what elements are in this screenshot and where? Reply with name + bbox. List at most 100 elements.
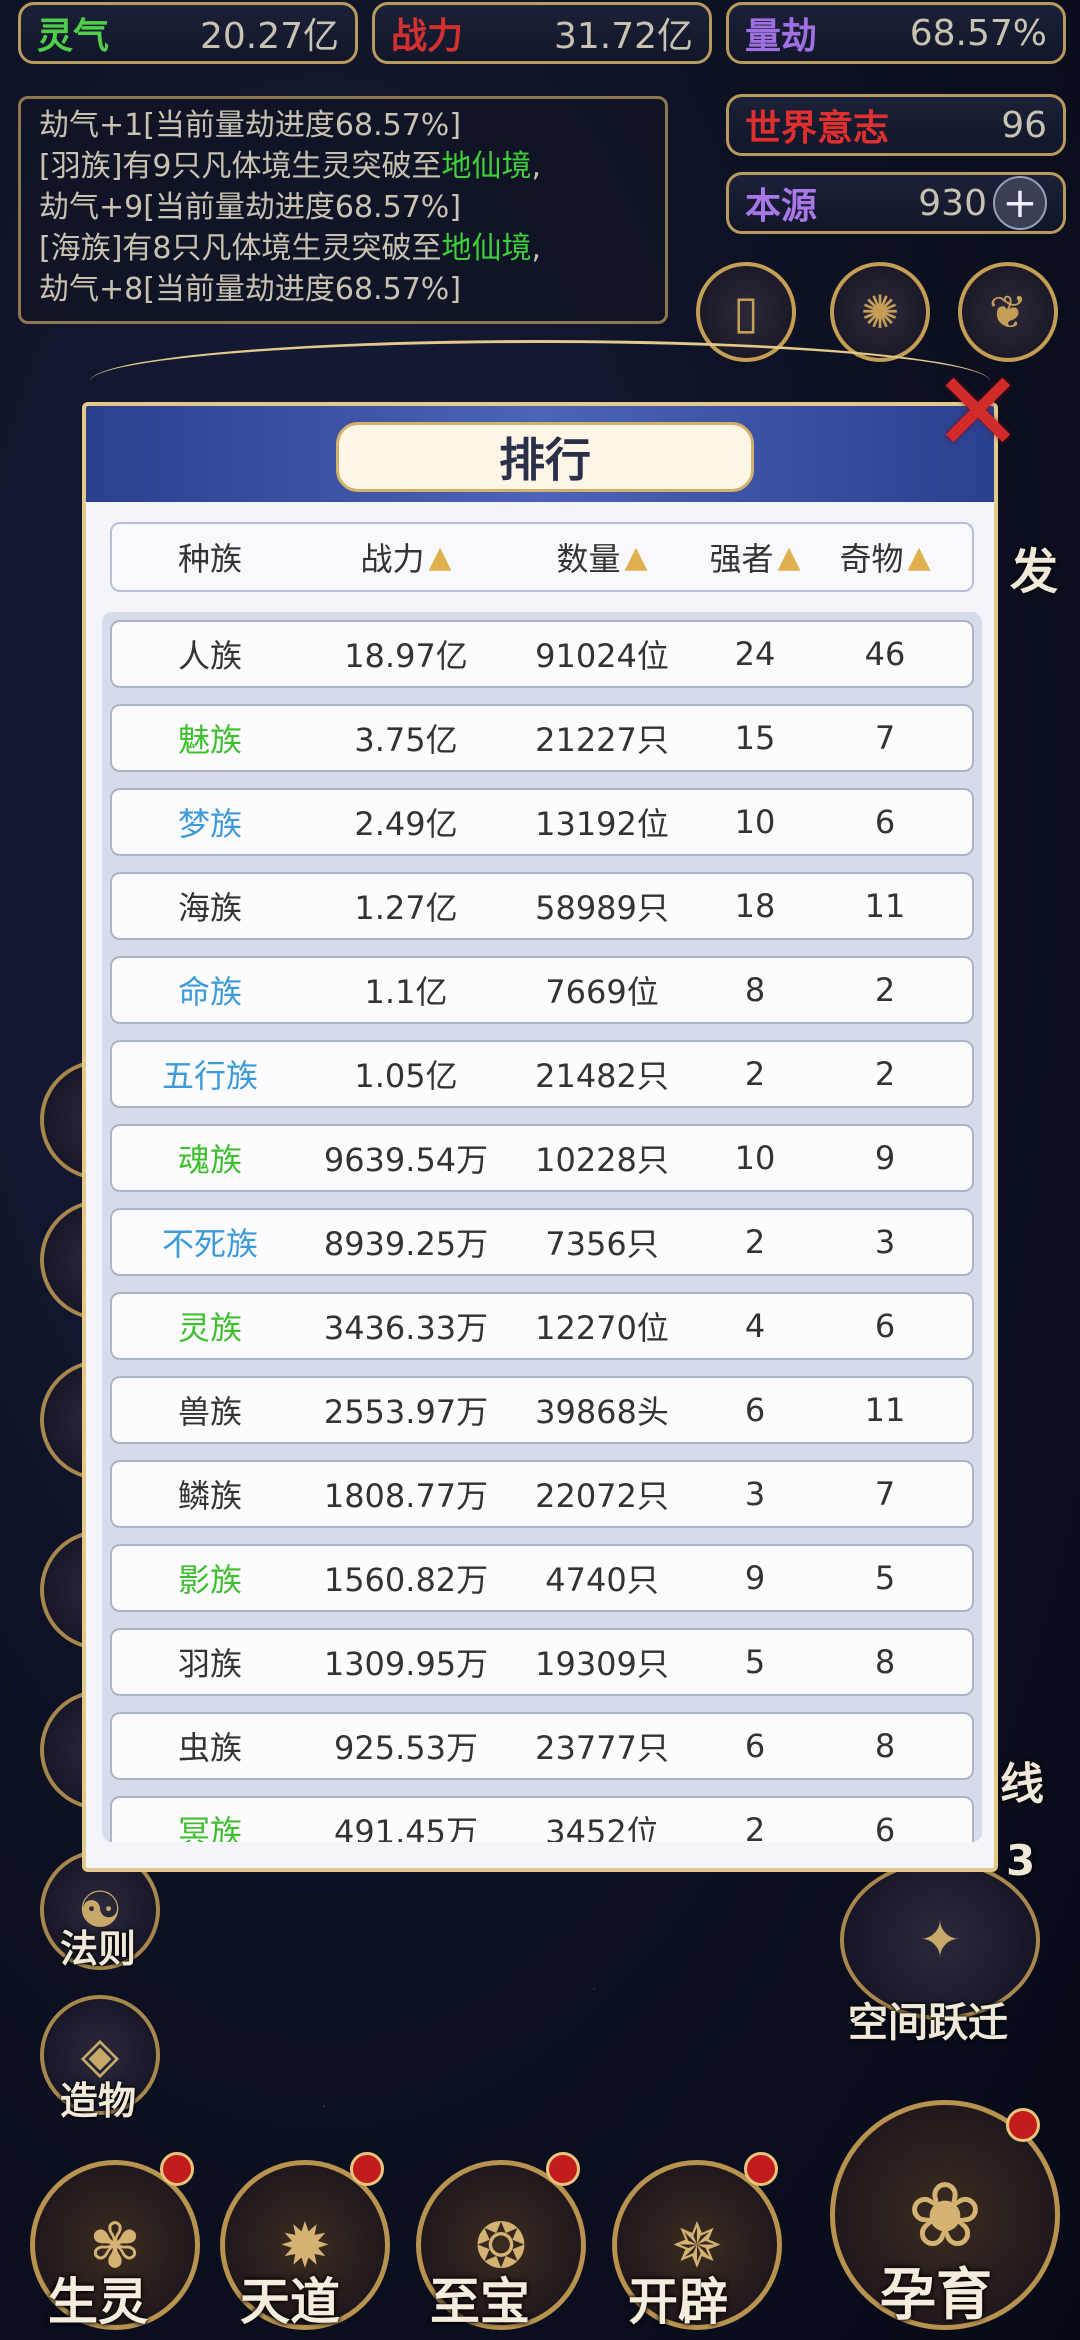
sort-icon: ▲	[624, 539, 648, 575]
log-highlight: 地仙境	[441, 149, 532, 184]
column-header-items[interactable]: 奇物 ▲	[810, 534, 960, 580]
row-power: 3436.33万	[323, 1309, 489, 1347]
table-header: 种族 战力 ▲ 数量 ▲ 强者 ▲ 奇物 ▲	[110, 522, 974, 592]
log-line: [海族]有8只凡体境生灵突破至地仙境,	[39, 228, 647, 269]
column-header-power[interactable]: 战力 ▲	[308, 534, 504, 580]
table-row[interactable]: 虫族 925.53万 23777只 6 8	[110, 1712, 974, 1780]
creation-label: 造物	[60, 2079, 137, 2123]
row-race: 五行族	[161, 1057, 258, 1095]
notification-dot	[160, 2152, 194, 2186]
row-power: 2.49亿	[354, 805, 458, 843]
row-race: 兽族	[177, 1393, 242, 1431]
row-items: 6	[874, 1307, 896, 1345]
log-text: ,	[531, 149, 542, 184]
row-strong: 2	[744, 1223, 766, 1261]
stat-calamity-label: 量劫	[745, 16, 818, 57]
row-items: 5	[874, 1559, 896, 1597]
row-strong: 10	[734, 803, 776, 841]
table-row[interactable]: 不死族 8939.25万 7356只 2 3	[110, 1208, 974, 1276]
table-row[interactable]: 魂族 9639.54万 10228只 10 9	[110, 1124, 974, 1192]
panel-title: 排行	[336, 422, 754, 492]
row-items: 8	[874, 1643, 896, 1681]
column-header-race-label: 种族	[177, 540, 242, 578]
notification-dot	[546, 2152, 580, 2186]
ranking-list[interactable]: 人族 18.97亿 91024位 24 46 魅族 3.75亿 21227只 15 7 梦族 2.49…	[102, 612, 982, 1842]
column-header-strong-label: 强者	[709, 540, 774, 578]
table-row[interactable]: 命族 1.1亿 7669位 8 2	[110, 956, 974, 1024]
table-row[interactable]: 五行族 1.05亿 21482只 2 2	[110, 1040, 974, 1108]
row-power: 1808.77万	[323, 1477, 489, 1515]
creature-label: 生灵	[48, 2273, 148, 2331]
row-race: 鳞族	[177, 1477, 242, 1515]
origin-value: 930	[918, 182, 987, 224]
column-header-strong[interactable]: 强者 ▲	[700, 534, 810, 580]
row-count: 4740只	[545, 1561, 659, 1599]
close-icon[interactable]: ✕	[932, 357, 1024, 467]
log-text: 劫气+9[当前量劫进度68.57%]	[39, 190, 462, 225]
table-row[interactable]: 羽族 1309.95万 19309只 5 8	[110, 1628, 974, 1696]
log-line: [羽族]有9只凡体境生灵突破至地仙境,	[39, 146, 647, 187]
row-race: 虫族	[177, 1729, 242, 1767]
world-will: 世界意志 96	[726, 94, 1066, 156]
heaven-label: 天道	[240, 2273, 340, 2331]
stat-calamity-value: 68.57%	[909, 12, 1047, 54]
row-race: 灵族	[177, 1309, 242, 1347]
origin: 本源 930 +	[726, 172, 1066, 234]
column-header-count-label: 数量	[556, 540, 621, 578]
row-strong: 6	[744, 1727, 766, 1765]
scroll-icon[interactable]: ❦	[958, 262, 1058, 362]
stat-power-value: 31.72亿	[553, 16, 693, 57]
swirl-icon[interactable]: ✺	[830, 262, 930, 362]
right-fragment-num: 3	[1006, 1836, 1036, 1885]
world-will-label: 世界意志	[745, 108, 890, 149]
table-row[interactable]: 兽族 2553.97万 39868头 6 11	[110, 1376, 974, 1444]
row-power: 1.27亿	[354, 889, 458, 927]
row-power: 1.05亿	[354, 1057, 458, 1095]
origin-right: 930 +	[918, 176, 1047, 230]
table-row[interactable]: 人族 18.97亿 91024位 24 46	[110, 620, 974, 688]
row-strong: 10	[734, 1139, 776, 1177]
table-row[interactable]: 海族 1.27亿 58989只 18 11	[110, 872, 974, 940]
row-race: 梦族	[177, 805, 242, 843]
row-race: 命族	[177, 973, 242, 1011]
table-row[interactable]: 灵族 3436.33万 12270位 4 6	[110, 1292, 974, 1360]
column-header-race: 种族	[112, 534, 308, 580]
notification-dot	[1006, 2108, 1040, 2142]
table-row[interactable]: 鳞族 1808.77万 22072只 3 7	[110, 1460, 974, 1528]
table-row[interactable]: 影族 1560.82万 4740只 9 5	[110, 1544, 974, 1612]
row-power: 1309.95万	[323, 1645, 489, 1683]
plus-icon[interactable]: +	[993, 176, 1047, 230]
log-line: 劫气+8[当前量劫进度68.57%]	[39, 269, 647, 310]
column-header-power-label: 战力	[360, 540, 425, 578]
table-row[interactable]: 梦族 2.49亿 13192位 10 6	[110, 788, 974, 856]
row-race: 不死族	[161, 1225, 258, 1263]
right-fragment-top: 发	[1010, 544, 1059, 600]
row-race: 羽族	[177, 1645, 242, 1683]
right-fragment-mid: 线	[1000, 1759, 1044, 1810]
log-text: 劫气+8[当前量劫进度68.57%]	[39, 272, 462, 307]
column-header-count[interactable]: 数量 ▲	[504, 534, 700, 580]
row-count: 10228只	[535, 1141, 669, 1179]
column-header-items-label: 奇物	[839, 540, 904, 578]
stat-lingqi-label: 灵气	[37, 16, 110, 57]
stat-lingqi: 灵气 20.27亿	[18, 2, 358, 64]
row-strong: 24	[734, 635, 776, 673]
table-row[interactable]: 冥族 491.45万 3452位 2 6	[110, 1796, 974, 1842]
row-items: 11	[864, 1391, 906, 1429]
row-race: 冥族	[177, 1813, 242, 1842]
row-count: 12270位	[535, 1309, 669, 1347]
row-strong: 9	[744, 1559, 766, 1597]
ranking-panel: 排行 种族 战力 ▲ 数量 ▲ 强者 ▲ 奇物 ▲ 人族 18.97亿 91024位 24 46…	[82, 402, 998, 1872]
row-power: 1560.82万	[323, 1561, 489, 1599]
row-power: 925.53万	[334, 1729, 478, 1767]
row-power: 3.75亿	[354, 721, 458, 759]
row-strong: 3	[744, 1475, 766, 1513]
row-strong: 2	[744, 1811, 766, 1842]
row-strong: 2	[744, 1055, 766, 1093]
row-strong: 8	[744, 971, 766, 1009]
row-items: 6	[874, 1811, 896, 1842]
table-row[interactable]: 魅族 3.75亿 21227只 15 7	[110, 704, 974, 772]
row-items: 6	[874, 803, 896, 841]
log-line: 劫气+1[当前量劫进度68.57%]	[39, 105, 647, 146]
row-race: 人族	[177, 637, 242, 675]
